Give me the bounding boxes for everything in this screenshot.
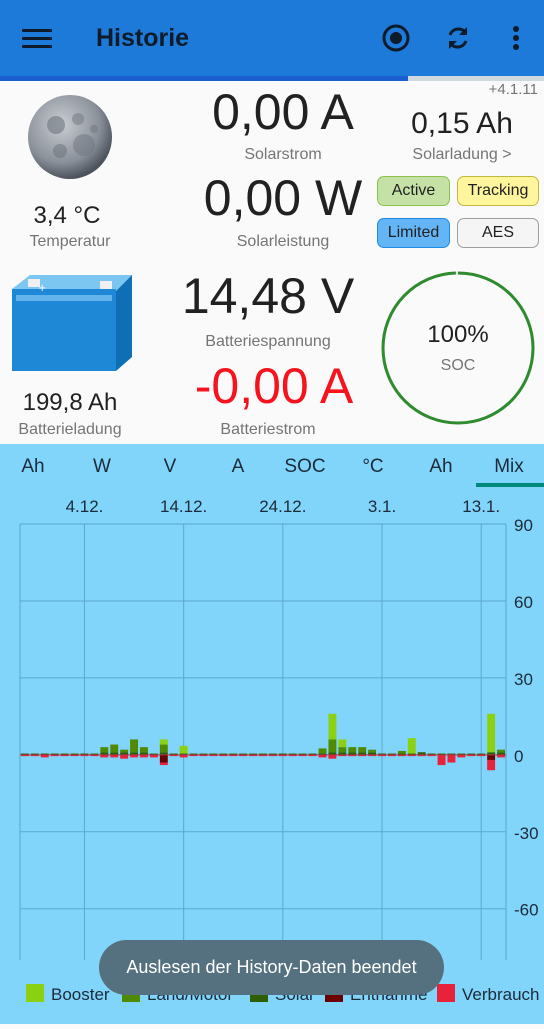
legend-swatch (26, 984, 44, 1002)
bar-booster (159, 739, 168, 745)
solar-current-label: Solarstrom (244, 146, 322, 163)
y-tick-label: 30 (514, 670, 533, 689)
y-tick-label: 0 (514, 747, 523, 766)
tab-soc[interactable]: SOC (275, 456, 335, 478)
bar-land-motor (348, 747, 357, 753)
chip-aes[interactable]: AES (457, 218, 539, 248)
tab-v[interactable]: V (140, 456, 200, 478)
app-bar: Historie (0, 0, 544, 76)
bar-land-motor (110, 744, 119, 753)
bar-land-motor (497, 749, 505, 753)
bar-verbrauch (328, 754, 337, 759)
solar-current-value: 0,00 A (212, 84, 354, 140)
y-tick-label: -30 (514, 824, 539, 843)
sync-icon[interactable] (442, 22, 474, 54)
battery-voltage-label: Batteriespannung (205, 333, 331, 350)
solar-charge-link[interactable]: Solarladung > (384, 146, 540, 164)
chip-active[interactable]: Active (377, 176, 450, 206)
bar-booster (407, 738, 416, 754)
tab-ah-2[interactable]: Ah (411, 456, 471, 478)
solar-charge-value: 0,15 Ah (411, 107, 513, 140)
tab-temperature[interactable]: °C (343, 456, 403, 478)
active-tab-indicator (476, 483, 544, 487)
battery-charge-label: Batterieladung (18, 421, 122, 438)
tab-w[interactable]: W (72, 456, 132, 478)
bar-verbrauch (447, 754, 456, 763)
solar-power-value: 0,00 W (203, 170, 363, 226)
soc-label: SOC (440, 357, 476, 374)
chart-tabs: Ah W V A SOC °C Ah Mix (0, 444, 544, 488)
tab-mix[interactable]: Mix (479, 456, 539, 478)
bar-land-motor (120, 749, 129, 753)
bar-booster (179, 745, 188, 754)
bar-entnahme (159, 754, 168, 763)
tab-ah[interactable]: Ah (3, 456, 63, 478)
battery-icon: + (12, 275, 132, 371)
tab-a[interactable]: A (208, 456, 268, 478)
bar-land-motor (338, 747, 347, 753)
temperature-label: Temperatur (29, 233, 111, 250)
more-options-icon[interactable] (500, 22, 532, 54)
bar-land-motor (318, 748, 327, 754)
y-tick-label: 90 (514, 516, 533, 535)
bar-verbrauch (159, 762, 168, 766)
bar-land-motor (358, 747, 367, 753)
battery-charge-value: 199,8 Ah (22, 389, 118, 416)
bar-land-motor (140, 747, 148, 753)
x-tick-label: 3.1. (368, 497, 396, 516)
bar-booster (487, 713, 496, 753)
legend-label: Booster (51, 985, 110, 1004)
moon-icon (28, 95, 112, 179)
bar-land-motor (368, 749, 377, 753)
chip-limited[interactable]: Limited (377, 218, 450, 248)
menu-icon[interactable] (22, 24, 52, 52)
temperature-value: 3,4 °C (33, 202, 101, 229)
bar-verbrauch (487, 759, 496, 771)
toast-message: Auslesen der History-Daten beendet (99, 940, 444, 995)
record-icon[interactable] (380, 22, 412, 54)
x-tick-label: 13.1. (462, 497, 500, 516)
x-tick-label: 14.12. (160, 497, 207, 516)
solar-power-label: Solarleistung (236, 233, 330, 250)
bar-booster (328, 713, 337, 740)
bar-land-motor (130, 739, 139, 753)
soc-value: 100% (427, 321, 489, 348)
bar-verbrauch (120, 754, 129, 759)
y-tick-label: -60 (514, 901, 539, 920)
chip-tracking[interactable]: Tracking (457, 176, 539, 206)
legend-swatch (437, 984, 455, 1002)
x-tick-label: 24.12. (259, 497, 306, 516)
bar-verbrauch (437, 754, 446, 766)
bar-land-motor (159, 744, 168, 753)
battery-current-value: -0,00 A (194, 358, 354, 414)
bar-entnahme (487, 754, 496, 760)
status-panel: 3,4 °C Temperatur 0,00 A Solarstrom +4.1… (0, 81, 544, 444)
version-label: +4.1.11 (488, 81, 538, 98)
bar-land-motor (328, 739, 337, 753)
legend-label: Verbrauch (462, 985, 540, 1004)
y-tick-label: 60 (514, 593, 533, 612)
bar-land-motor (100, 747, 109, 753)
page-title: Historie (96, 24, 190, 52)
bar-booster (338, 739, 347, 748)
svg-text:+: + (38, 283, 46, 294)
bar-land-motor (397, 750, 406, 754)
x-tick-label: 4.12. (66, 497, 104, 516)
battery-voltage-value: 14,48 V (181, 268, 355, 324)
battery-current-label: Batteriestrom (220, 421, 316, 438)
